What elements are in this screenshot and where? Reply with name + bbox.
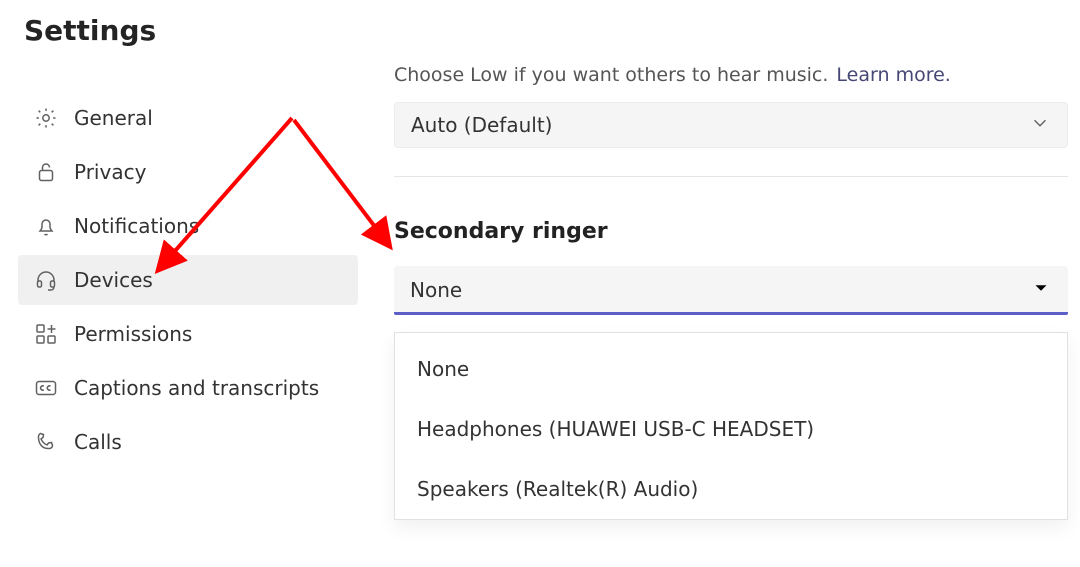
audio-profile-select[interactable]: Auto (Default): [394, 102, 1068, 148]
sidebar-item-label: Devices: [74, 268, 153, 292]
secondary-ringer-dropdown: None Headphones (HUAWEI USB-C HEADSET) S…: [394, 332, 1068, 520]
settings-nav: General Privacy Notifications Devices: [18, 93, 358, 467]
sidebar-item-devices[interactable]: Devices: [18, 255, 358, 305]
helper-text: Choose Low if you want others to hear mu…: [394, 64, 828, 86]
chevron-down-icon: [1029, 112, 1051, 139]
sidebar-item-label: General: [74, 106, 153, 130]
gear-icon: [34, 106, 58, 130]
secondary-ringer-value: None: [410, 278, 462, 302]
sidebar-item-permissions[interactable]: Permissions: [18, 309, 358, 359]
cc-icon: [34, 376, 58, 400]
sidebar-item-label: Calls: [74, 430, 122, 454]
secondary-ringer-select[interactable]: None: [394, 266, 1068, 314]
sidebar-item-general[interactable]: General: [18, 93, 358, 143]
sidebar-item-captions[interactable]: Captions and transcripts: [18, 363, 358, 413]
page-title: Settings: [18, 14, 358, 47]
sidebar-item-label: Permissions: [74, 322, 192, 346]
sidebar-item-label: Notifications: [74, 214, 199, 238]
settings-sidebar: Settings General Privacy Notifications: [18, 14, 358, 567]
headset-icon: [34, 268, 58, 292]
helper-row: Choose Low if you want others to hear mu…: [394, 64, 1068, 86]
chevron-down-icon: [1030, 277, 1052, 304]
audio-profile-value: Auto (Default): [411, 113, 552, 137]
settings-main: Choose Low if you want others to hear mu…: [358, 14, 1080, 567]
phone-icon: [34, 430, 58, 454]
grid-plus-icon: [34, 322, 58, 346]
ringer-option-speakers[interactable]: Speakers (Realtek(R) Audio): [395, 459, 1067, 519]
sidebar-item-privacy[interactable]: Privacy: [18, 147, 358, 197]
secondary-ringer-title: Secondary ringer: [394, 219, 1068, 244]
sidebar-item-label: Captions and transcripts: [74, 376, 319, 400]
bell-icon: [34, 214, 58, 238]
sidebar-item-notifications[interactable]: Notifications: [18, 201, 358, 251]
sidebar-item-label: Privacy: [74, 160, 146, 184]
learn-more-link[interactable]: Learn more.: [836, 64, 950, 86]
lock-icon: [34, 160, 58, 184]
ringer-option-headphones[interactable]: Headphones (HUAWEI USB-C HEADSET): [395, 399, 1067, 459]
sidebar-item-calls[interactable]: Calls: [18, 417, 358, 467]
ringer-option-none[interactable]: None: [395, 339, 1067, 399]
section-divider: [394, 176, 1068, 177]
